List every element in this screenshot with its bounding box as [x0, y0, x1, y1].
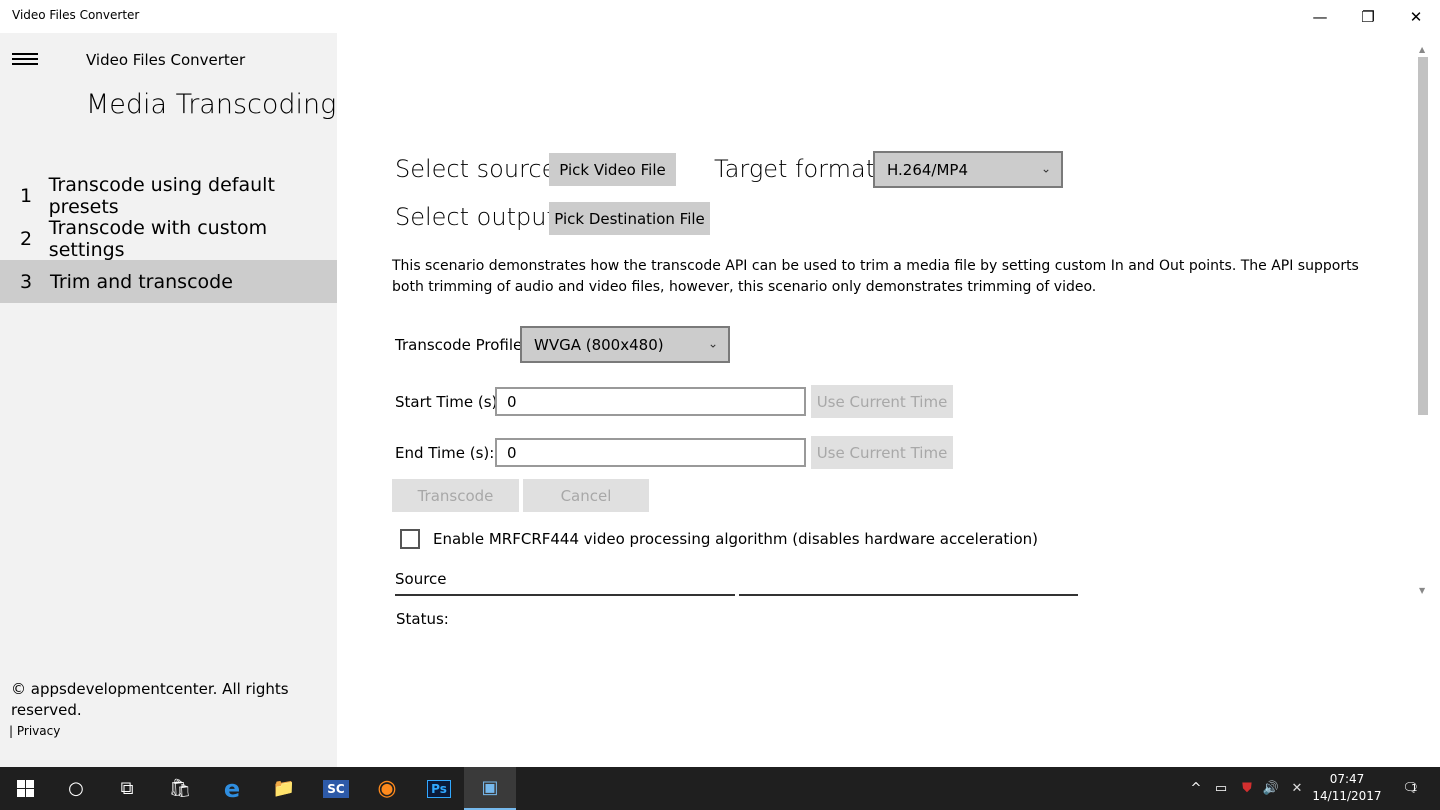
scenario-number: 2: [20, 227, 33, 250]
action-center-button[interactable]: 🗨 1: [1390, 767, 1430, 810]
taskbar: ○ ⧉ 🛍 e 📁 SC ◉ Ps ▣ ^ ▭ ⛊ 🔊 ✕ 07:47 14/1…: [0, 767, 1440, 810]
cortana-icon: ○: [68, 778, 84, 799]
network-icon[interactable]: ✕: [1286, 767, 1308, 810]
end-use-current-time-button[interactable]: Use Current Time: [811, 436, 953, 469]
edge-icon: e: [223, 774, 241, 803]
store-icon: 🛍: [168, 778, 192, 799]
minimize-icon: —: [1312, 7, 1328, 26]
chevron-up-icon: ^: [1190, 781, 1202, 796]
video-converter-button[interactable]: ▣: [464, 767, 516, 810]
scenario-number: 3: [20, 270, 33, 293]
photoshop-icon: Ps: [427, 779, 451, 798]
scroll-up-icon[interactable]: ▲: [1419, 45, 1425, 54]
sc-app-icon: SC: [323, 779, 349, 798]
vertical-scrollbar[interactable]: ▲ ▼: [1416, 45, 1430, 597]
privacy-link-label: Privacy: [16, 724, 61, 738]
title-bar: Video Files Converter — ❐ ✕: [0, 0, 1440, 33]
scenario-label: Transcode with custom settings: [48, 216, 268, 261]
show-hidden-icons-button[interactable]: ^: [1186, 767, 1206, 810]
transcode-profile-dropdown[interactable]: WVGA (800x480) ⌄: [520, 326, 730, 363]
sidebar-app-name: Video Files Converter: [86, 51, 246, 69]
window-title: Video Files Converter: [12, 8, 140, 22]
transcode-profile-value: WVGA (800x480): [534, 335, 664, 354]
cortana-button[interactable]: ○: [50, 767, 102, 810]
status-label: Status:: [396, 610, 449, 628]
file-explorer-button[interactable]: 📁: [258, 767, 310, 810]
copyright-text: © appsdevelopmentcenter. All rights rese…: [11, 680, 289, 719]
source-media-player-left: [395, 594, 735, 596]
target-format-label: Target format:: [714, 155, 884, 183]
scenario-item-3[interactable]: 3 Trim and transcode: [0, 260, 337, 303]
file-explorer-icon: 📁: [272, 778, 296, 799]
photoshop-button[interactable]: Ps: [413, 767, 465, 810]
privacy-link[interactable]: | Privacy: [9, 724, 60, 738]
sidebar: Video Files Converter Media Transcoding …: [0, 33, 337, 767]
volume-icon[interactable]: 🔊: [1260, 767, 1282, 810]
scenario-number: 1: [20, 184, 33, 207]
close-icon: ✕: [1409, 7, 1423, 26]
start-use-current-time-button[interactable]: Use Current Time: [811, 385, 953, 418]
start-time-input[interactable]: 0: [495, 387, 806, 416]
minimize-button[interactable]: —: [1296, 0, 1344, 33]
target-format-value: H.264/MP4: [887, 160, 968, 179]
restore-button[interactable]: ❐: [1344, 0, 1392, 33]
antivirus-shield-icon[interactable]: ⛊: [1236, 767, 1258, 810]
scenario-item-1[interactable]: 1 Transcode using default presets: [0, 173, 337, 218]
scrollbar-thumb[interactable]: [1418, 57, 1428, 415]
select-source-label: Select source:: [395, 155, 565, 183]
task-view-icon: ⧉: [120, 778, 134, 799]
edge-button[interactable]: e: [206, 767, 258, 810]
windows-logo-icon: [16, 780, 34, 797]
battery-icon[interactable]: ▭: [1210, 767, 1232, 810]
restore-icon: ❐: [1361, 7, 1375, 26]
pick-destination-file-button[interactable]: Pick Destination File: [549, 202, 710, 235]
firefox-button[interactable]: ◉: [361, 767, 413, 810]
scenario-description: This scenario demonstrates how the trans…: [392, 258, 1359, 295]
clock[interactable]: 07:47 14/11/2017: [1310, 771, 1384, 805]
start-button[interactable]: [0, 767, 50, 810]
clock-time: 07:47: [1329, 772, 1365, 786]
notification-count: 1: [1411, 783, 1418, 794]
close-button[interactable]: ✕: [1392, 0, 1440, 33]
sc-app-button[interactable]: SC: [310, 767, 362, 810]
transcode-button[interactable]: Transcode: [392, 479, 519, 512]
hamburger-menu-icon[interactable]: [12, 51, 38, 67]
chevron-down-icon: ⌄: [707, 336, 718, 351]
scroll-down-icon[interactable]: ▼: [1419, 586, 1425, 595]
firefox-icon: ◉: [377, 776, 397, 801]
mrfcrf-checkbox-label: Enable MRFCRF444 video processing algori…: [433, 530, 1039, 548]
mrfcrf-checkbox[interactable]: [400, 529, 420, 549]
pick-video-file-button[interactable]: Pick Video File: [549, 153, 676, 186]
start-time-label: Start Time (s):: [395, 393, 503, 411]
end-time-input[interactable]: 0: [495, 438, 806, 467]
end-time-label: End Time (s):: [395, 444, 495, 462]
transcode-profile-label: Transcode Profile: [395, 336, 523, 354]
clock-date: 14/11/2017: [1312, 789, 1382, 803]
video-converter-icon: ▣: [481, 777, 499, 798]
source-media-player-right: [739, 594, 1078, 596]
chevron-down-icon: ⌄: [1040, 161, 1051, 176]
select-output-label: Select output:: [395, 203, 564, 231]
cancel-button[interactable]: Cancel: [523, 479, 649, 512]
scenario-label: Transcode using default presets: [48, 173, 275, 218]
scenario-item-2[interactable]: 2 Transcode with custom settings: [0, 216, 337, 261]
source-label: Source: [395, 570, 447, 588]
target-format-dropdown[interactable]: H.264/MP4 ⌄: [873, 151, 1063, 188]
store-button[interactable]: 🛍: [154, 767, 206, 810]
sidebar-heading: Media Transcoding: [86, 89, 337, 120]
task-view-button[interactable]: ⧉: [101, 767, 153, 810]
scenario-label: Trim and transcode: [50, 270, 233, 293]
